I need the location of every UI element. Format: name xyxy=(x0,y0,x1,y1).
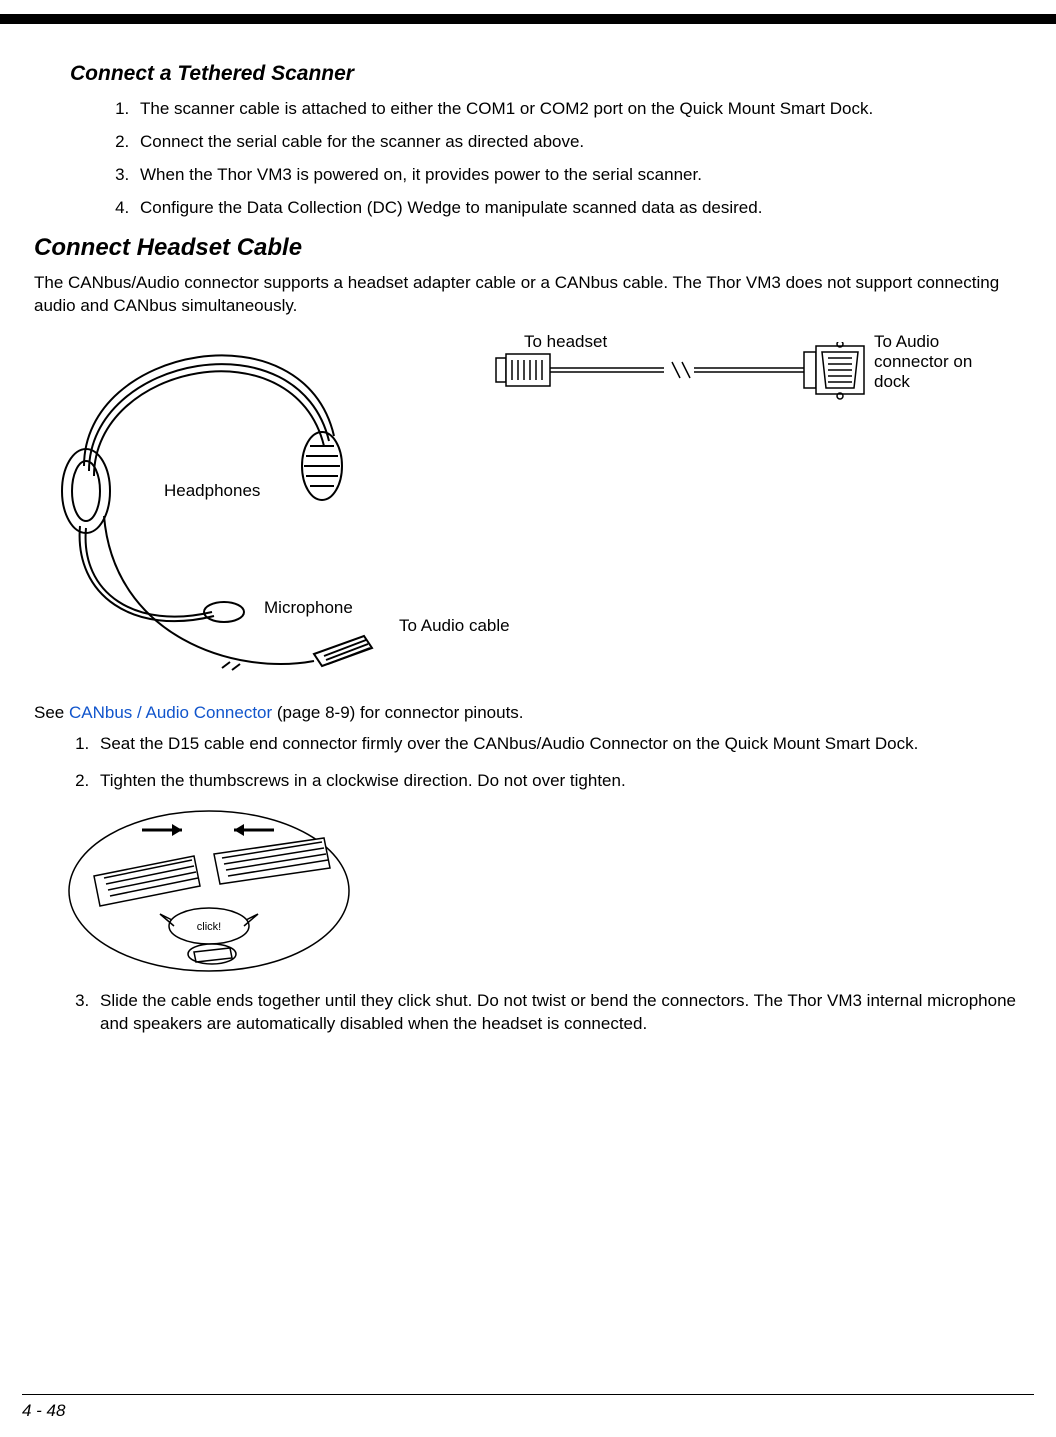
heading-tethered-scanner: Connect a Tethered Scanner xyxy=(70,62,1022,86)
list-item: Seat the D15 cable end connector firmly … xyxy=(94,733,1022,756)
connector-click-icon: click! xyxy=(64,806,354,976)
label-to-audio-cable: To Audio cable xyxy=(399,616,510,636)
headset-steps-part2: Slide the cable ends together until they… xyxy=(94,990,1022,1036)
footer-rule xyxy=(22,1394,1034,1395)
header-bar xyxy=(0,14,1056,24)
canbus-audio-connector-link[interactable]: CANbus / Audio Connector xyxy=(69,703,272,722)
click-figure: click! xyxy=(64,806,354,976)
list-item: Connect the serial cable for the scanner… xyxy=(134,131,1022,154)
label-microphone: Microphone xyxy=(264,598,353,618)
page: Connect a Tethered Scanner The scanner c… xyxy=(0,0,1056,1437)
list-item: The scanner cable is attached to either … xyxy=(134,98,1022,121)
list-item: Configure the Data Collection (DC) Wedge… xyxy=(134,197,1022,220)
list-item: Slide the cable ends together until they… xyxy=(94,990,1022,1036)
label-to-audio-connector: To Audio connector on dock xyxy=(874,332,984,393)
see-line: See CANbus / Audio Connector (page 8-9) … xyxy=(34,702,1022,725)
see-prefix: See xyxy=(34,703,69,722)
list-item: When the Thor VM3 is powered on, it prov… xyxy=(134,164,1022,187)
tethered-scanner-steps: The scanner cable is attached to either … xyxy=(134,98,1022,220)
see-suffix: (page 8-9) for connector pinouts. xyxy=(272,703,523,722)
headset-steps-part1: Seat the D15 cable end connector firmly … xyxy=(94,733,1022,793)
list-item: Tighten the thumbscrews in a clockwise d… xyxy=(94,770,1022,793)
click-label: click! xyxy=(197,921,221,933)
label-to-headset: To headset xyxy=(524,332,607,352)
headset-icon xyxy=(54,316,394,696)
headset-figure: Headphones Microphone To Audio cable To … xyxy=(64,326,984,696)
heading-headset-cable: Connect Headset Cable xyxy=(34,234,1022,262)
label-headphones: Headphones xyxy=(164,481,260,501)
page-number: 4 - 48 xyxy=(22,1401,65,1421)
content-area: Connect a Tethered Scanner The scanner c… xyxy=(34,58,1022,1050)
headset-intro: The CANbus/Audio connector supports a he… xyxy=(34,272,1022,318)
